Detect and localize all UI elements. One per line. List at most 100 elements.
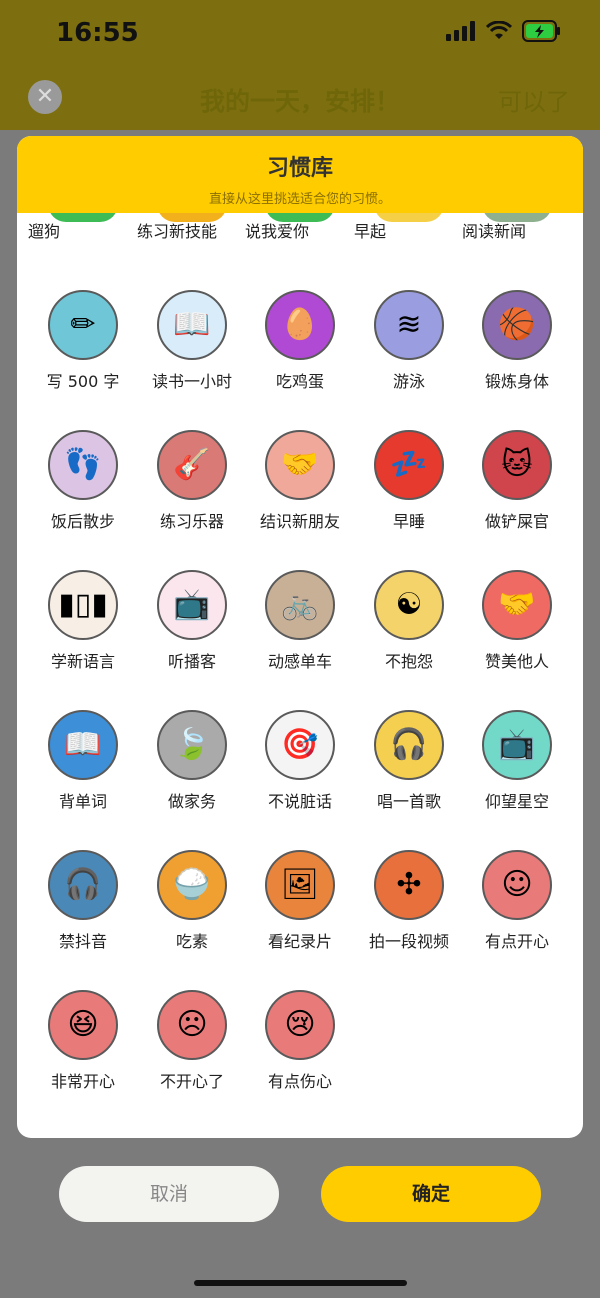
sad-icon: ☹ — [157, 990, 227, 1060]
habit-label: 练习新技能 — [137, 222, 218, 241]
habit-glyph: 🏀 — [498, 307, 536, 342]
habit-item[interactable]: 🍃 做家务 — [137, 710, 247, 812]
habit-item[interactable]: ✏ 写 500 字 — [28, 290, 138, 392]
footprint-icon: 👣 — [48, 430, 118, 500]
bike-icon: 🚲 — [265, 570, 335, 640]
habit-item[interactable]: 📖 背单词 — [28, 710, 138, 812]
habit-item[interactable]: 🏀 锻炼身体 — [462, 290, 572, 392]
flag-icon: ▮▯▮ — [48, 570, 118, 640]
guitar-icon: 🎸 — [157, 430, 227, 500]
habit-label: 动感单车 — [267, 652, 332, 671]
habit-item[interactable]: 📖 读书一小时 — [137, 290, 247, 392]
habit-label: 说我爱你 — [245, 222, 310, 241]
habit-label: 赞美他人 — [484, 652, 549, 671]
habit-item[interactable]: 📺 仰望星空 — [462, 710, 572, 812]
habit-label: 读书一小时 — [151, 372, 232, 391]
habit-glyph: 🤝 — [281, 447, 319, 482]
background-done-button[interactable]: 可以了 — [498, 82, 570, 117]
sheet-subtitle: 直接从这里挑选适合您的习惯。 — [208, 192, 391, 207]
habit-glyph: 🍃 — [173, 727, 211, 762]
habit-label: 吃鸡蛋 — [275, 372, 324, 391]
cancel-button[interactable]: 取消 — [59, 1166, 279, 1222]
habit-glyph: ▮▯▮ — [58, 587, 108, 622]
habit-label: 早起 — [354, 222, 387, 241]
habit-label: 看纪录片 — [267, 932, 332, 951]
habit-item[interactable]: ✣ 拍一段视频 — [354, 850, 464, 952]
sheet-title: 习惯库 — [266, 156, 333, 181]
habit-glyph: 👣 — [64, 447, 102, 482]
habit-label: 做铲屎官 — [484, 512, 549, 531]
habit-label: 拍一段视频 — [368, 932, 449, 951]
habit-item[interactable]: 💤 早睡 — [354, 430, 464, 532]
cat-icon: 🐱 — [482, 430, 552, 500]
habit-glyph: ✣ — [396, 867, 422, 902]
handshake-icon: 🤝 — [482, 570, 552, 640]
habit-label: 做家务 — [167, 792, 216, 811]
habit-label: 写 500 字 — [46, 372, 120, 391]
pinwheel-icon: ✣ — [374, 850, 444, 920]
habit-label: 游泳 — [392, 372, 425, 391]
habit-label: 禁抖音 — [58, 932, 107, 951]
habit-label: 不开心了 — [159, 1072, 224, 1091]
status-time: 16:55 — [56, 18, 139, 48]
habit-label: 早睡 — [392, 512, 425, 531]
habit-label: 听播客 — [167, 652, 216, 671]
habit-item[interactable]: 🚲 动感单车 — [245, 570, 355, 672]
headphones-icon: 🎧 — [374, 710, 444, 780]
habit-label: 结识新朋友 — [259, 512, 340, 531]
rice-bowl-icon: 🍚 — [157, 850, 227, 920]
headphones-icon: 🎧 — [48, 850, 118, 920]
habit-glyph: 🎧 — [64, 867, 102, 902]
handshake-icon: 🤝 — [265, 430, 335, 500]
habit-item[interactable]: 🤝 赞美他人 — [462, 570, 572, 672]
status-bar: 16:55 — [0, 0, 600, 70]
smile-icon: ☺ — [482, 850, 552, 920]
habit-item[interactable]: 🖼 看纪录片 — [245, 850, 355, 952]
habit-item[interactable]: 😆 非常开心 — [28, 990, 138, 1092]
habit-glyph: ☺ — [501, 867, 533, 902]
habit-item[interactable]: 🎧 唱一首歌 — [354, 710, 464, 812]
habit-item[interactable]: ☹ 不开心了 — [137, 990, 247, 1092]
home-indicator — [194, 1280, 407, 1286]
habit-label: 学新语言 — [50, 652, 115, 671]
habit-label: 仰望星空 — [484, 792, 549, 811]
habit-item[interactable]: 🎸 练习乐器 — [137, 430, 247, 532]
habit-item[interactable]: ≋ 游泳 — [354, 290, 464, 392]
habit-label: 非常开心 — [50, 1072, 115, 1091]
yinyang-icon: ☯ — [374, 570, 444, 640]
habit-glyph: ☯ — [395, 587, 423, 622]
habit-item[interactable]: ☯ 不抱怨 — [354, 570, 464, 672]
habit-library-sheet: 遛狗 练习新技能 说我爱你 早起 阅读新闻 ✏ 写 500 字 📖 读书一小时 🥚 吃鸡蛋 ≋ 游泳 🏀 锻… — [17, 136, 583, 1138]
habit-label: 背单词 — [58, 792, 107, 811]
habit-glyph: ≋ — [396, 307, 422, 342]
habit-item[interactable]: 😢 有点伤心 — [245, 990, 355, 1092]
habit-glyph: 📺 — [173, 587, 211, 622]
leaf-icon: 🍃 — [157, 710, 227, 780]
habit-label: 有点开心 — [484, 932, 549, 951]
habit-item[interactable]: 🎧 禁抖音 — [28, 850, 138, 952]
habit-label: 有点伤心 — [267, 1072, 332, 1091]
confirm-button[interactable]: 确定 — [321, 1166, 541, 1222]
habit-item[interactable]: ▮▯▮ 学新语言 — [28, 570, 138, 672]
sheet-header: 习惯库 直接从这里挑选适合您的习惯。 — [17, 136, 583, 213]
habit-label: 不说脏话 — [267, 792, 332, 811]
pool-icon: ≋ — [374, 290, 444, 360]
habit-item[interactable]: 📺 听播客 — [137, 570, 247, 672]
habit-glyph: 🎸 — [173, 447, 211, 482]
stamp-icon: 🖼 — [265, 850, 335, 920]
habit-glyph: 🎧 — [390, 727, 428, 762]
habit-label: 唱一首歌 — [376, 792, 441, 811]
habit-item[interactable]: 🐱 做铲屎官 — [462, 430, 572, 532]
basketball-icon: 🏀 — [482, 290, 552, 360]
habit-item[interactable]: 🥚 吃鸡蛋 — [245, 290, 355, 392]
habit-item[interactable]: 👣 饭后散步 — [28, 430, 138, 532]
background-nav: ✕ 我的一天，安排！ 可以了 — [0, 70, 600, 130]
habit-item[interactable]: 🎯 不说脏话 — [245, 710, 355, 812]
habit-glyph: 📖 — [64, 727, 102, 762]
habit-label: 饭后散步 — [50, 512, 115, 531]
habit-item[interactable]: 🤝 结识新朋友 — [245, 430, 355, 532]
sleep-icon: 💤 — [374, 430, 444, 500]
habit-item[interactable]: ☺ 有点开心 — [462, 850, 572, 952]
habit-glyph: 🐱 — [501, 447, 533, 482]
habit-item[interactable]: 🍚 吃素 — [137, 850, 247, 952]
